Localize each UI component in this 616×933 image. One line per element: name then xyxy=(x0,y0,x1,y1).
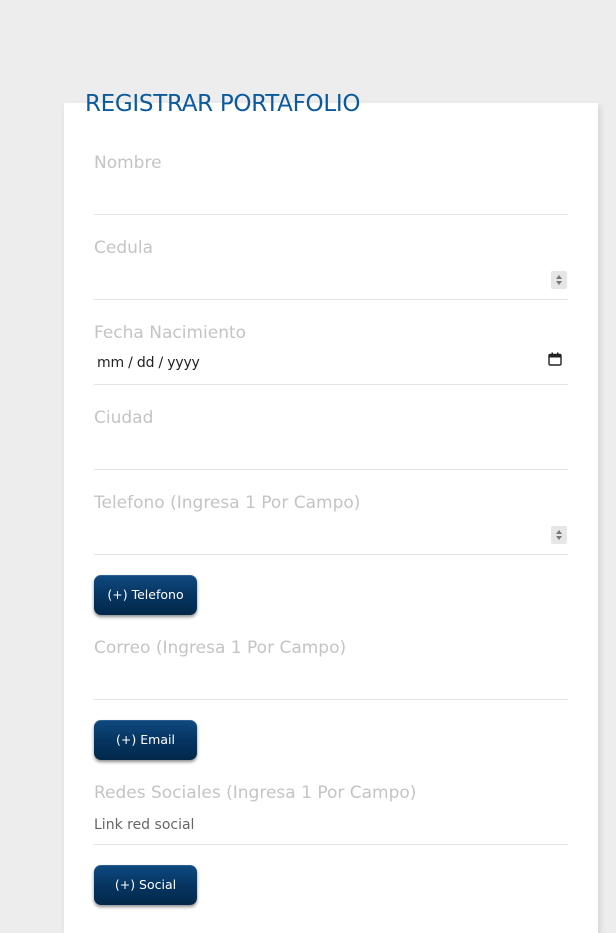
cedula-label: Cedula xyxy=(94,238,154,258)
number-spinner-icon[interactable] xyxy=(551,526,567,544)
add-email-button[interactable]: (+) Email xyxy=(94,720,197,760)
calendar-icon[interactable] xyxy=(548,352,562,366)
ciudad-input[interactable] xyxy=(94,435,568,470)
fecha-nacimiento-label: Fecha Nacimiento xyxy=(94,323,247,343)
nombre-label: Nombre xyxy=(94,153,162,173)
correo-input[interactable] xyxy=(94,665,568,700)
redes-sociales-input[interactable]: Link red social xyxy=(94,810,568,845)
form-title: REGISTRAR PORTAFOLIO xyxy=(85,91,361,117)
telefono-input[interactable] xyxy=(94,520,568,555)
cedula-input[interactable] xyxy=(94,265,568,300)
form-card xyxy=(64,103,598,933)
number-spinner-icon[interactable] xyxy=(551,271,567,289)
telefono-label: Telefono (Ingresa 1 Por Campo) xyxy=(94,493,361,513)
ciudad-label: Ciudad xyxy=(94,408,154,428)
add-telefono-button[interactable]: (+) Telefono xyxy=(94,575,197,615)
fecha-nacimiento-input[interactable]: mm / dd / yyyy xyxy=(94,350,568,385)
redes-sociales-value: Link red social xyxy=(94,817,195,833)
nombre-input[interactable] xyxy=(94,180,568,215)
date-placeholder: mm / dd / yyyy xyxy=(97,355,200,371)
correo-label: Correo (Ingresa 1 Por Campo) xyxy=(94,638,347,658)
redes-sociales-label: Redes Sociales (Ingresa 1 Por Campo) xyxy=(94,783,417,803)
add-social-button[interactable]: (+) Social xyxy=(94,865,197,905)
